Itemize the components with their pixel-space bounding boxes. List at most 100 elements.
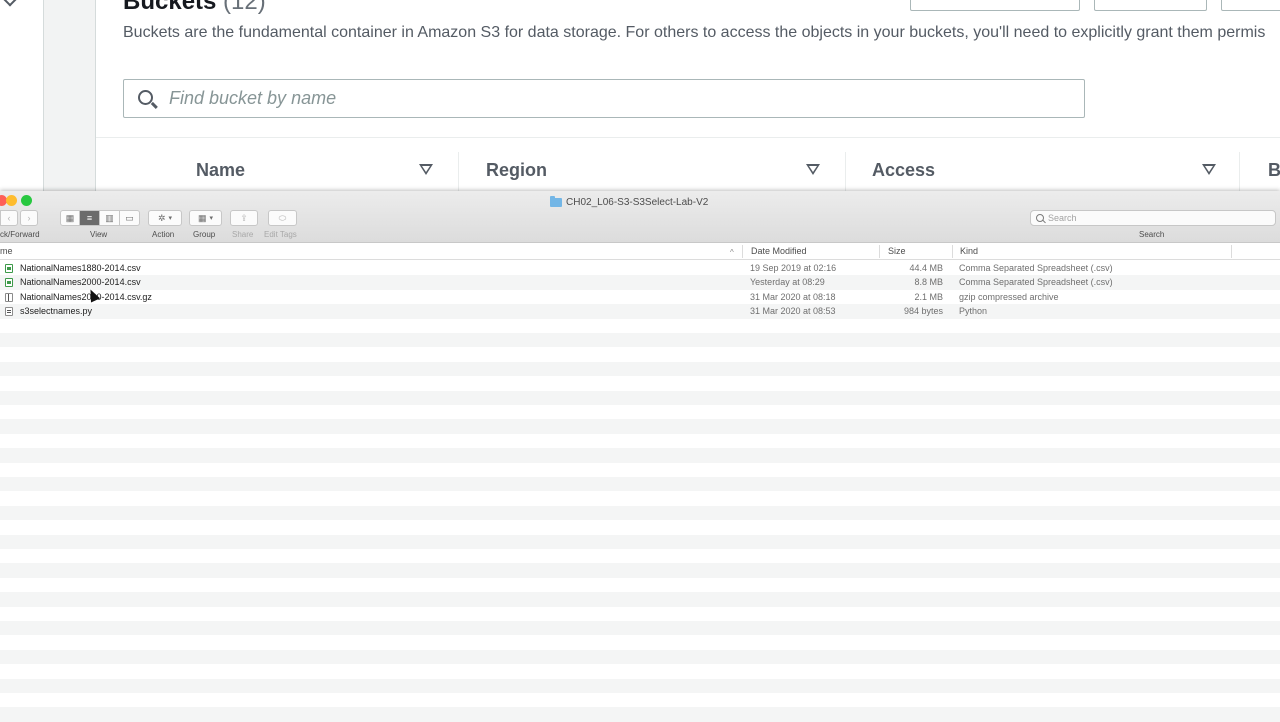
icon-view-button[interactable]: ▦ bbox=[60, 210, 80, 226]
group-icon: ▦ bbox=[197, 212, 207, 223]
edit-tags-button[interactable]: ⬭ bbox=[268, 210, 297, 226]
group-button[interactable]: ▦ ▾ bbox=[189, 210, 222, 226]
row-stripe bbox=[0, 520, 1280, 534]
column-header-size[interactable]: Size bbox=[888, 246, 906, 256]
row-stripe bbox=[0, 477, 1280, 492]
column-divider[interactable] bbox=[1231, 245, 1232, 258]
row-stripe bbox=[0, 448, 1280, 463]
file-row[interactable]: NationalNames1880-2014.csv 19 Sep 2019 a… bbox=[0, 261, 1280, 275]
row-stripe bbox=[0, 491, 1280, 505]
column-divider[interactable] bbox=[458, 152, 459, 192]
column-divider[interactable] bbox=[879, 245, 880, 258]
bucket-search-box[interactable] bbox=[123, 79, 1085, 118]
file-size: 984 bytes bbox=[903, 306, 943, 317]
file-row[interactable]: NationalNames2000-2014.csv Yesterday at … bbox=[0, 275, 1280, 289]
csv-file-icon bbox=[5, 278, 13, 288]
column-header-name[interactable]: me bbox=[0, 246, 13, 256]
gallery-icon: ▭ bbox=[125, 212, 134, 223]
zoom-window-button[interactable] bbox=[21, 195, 32, 206]
create-bucket-button[interactable] bbox=[1221, 0, 1280, 11]
chevron-right-icon: › bbox=[27, 213, 31, 223]
aws-nav-gutter bbox=[44, 0, 96, 192]
bucket-search-input[interactable] bbox=[169, 80, 1069, 117]
row-stripe bbox=[0, 505, 1280, 521]
chevron-down-icon[interactable] bbox=[1, 0, 19, 7]
row-stripe bbox=[0, 678, 1280, 693]
file-kind: gzip compressed archive bbox=[959, 291, 1059, 302]
chevron-left-icon: ‹ bbox=[7, 213, 11, 223]
list-view-button[interactable]: ≡ bbox=[80, 210, 100, 226]
buckets-description: Buckets are the fundamental container in… bbox=[123, 24, 1266, 41]
sort-ascending-icon[interactable]: ^ bbox=[730, 248, 734, 257]
sort-down-icon[interactable] bbox=[419, 164, 433, 175]
gear-icon: ✲ bbox=[157, 212, 166, 223]
row-stripe bbox=[0, 347, 1280, 361]
file-size: 2.1 MB bbox=[914, 291, 943, 302]
row-stripe bbox=[0, 549, 1280, 563]
row-stripe bbox=[0, 649, 1280, 665]
search-icon bbox=[138, 90, 153, 105]
python-file-icon bbox=[5, 307, 13, 317]
row-stripe bbox=[0, 621, 1280, 636]
file-kind: Comma Separated Spreadsheet (.csv) bbox=[959, 263, 1113, 273]
file-date: 19 Sep 2019 at 02:16 bbox=[750, 263, 837, 273]
column-header-truncated[interactable]: B bbox=[1268, 160, 1280, 181]
column-header-kind[interactable]: Kind bbox=[960, 246, 978, 256]
row-stripe bbox=[0, 405, 1280, 419]
header-action-button-2[interactable] bbox=[1094, 0, 1207, 11]
file-list: NationalNames1880-2014.csv 19 Sep 2019 a… bbox=[0, 261, 1280, 722]
back-button[interactable]: ‹ bbox=[0, 210, 18, 226]
row-stripe bbox=[0, 578, 1280, 592]
finder-window: CH02_L06-S3-S3Select-Lab-V2 ‹ › ck/Forwa… bbox=[0, 191, 1280, 722]
column-header-access[interactable]: Access bbox=[872, 160, 935, 181]
column-header-name[interactable]: Name bbox=[196, 160, 245, 181]
share-button[interactable]: ⇪ bbox=[230, 210, 258, 226]
edit-tags-label: Edit Tags bbox=[264, 230, 297, 239]
buckets-table-header: Name Region Access B bbox=[96, 150, 1280, 192]
row-stripe bbox=[0, 434, 1280, 448]
list-icon: ≡ bbox=[86, 213, 93, 223]
finder-toolbar: CH02_L06-S3-S3Select-Lab-V2 ‹ › ck/Forwa… bbox=[0, 191, 1280, 243]
row-stripe bbox=[0, 592, 1280, 607]
search-icon bbox=[1036, 214, 1044, 222]
archive-file-icon bbox=[5, 292, 13, 302]
column-header-region[interactable]: Region bbox=[486, 160, 547, 181]
finder-search-field[interactable] bbox=[1030, 210, 1276, 226]
file-row[interactable]: NationalNames2000-2014.csv.gz 31 Mar 202… bbox=[0, 290, 1280, 304]
window-title: CH02_L06-S3-S3Select-Lab-V2 bbox=[550, 195, 708, 209]
row-stripe bbox=[0, 419, 1280, 434]
row-stripe bbox=[0, 534, 1280, 549]
column-divider[interactable] bbox=[845, 152, 846, 192]
csv-file-icon bbox=[5, 264, 13, 273]
action-button[interactable]: ✲ ▾ bbox=[148, 210, 182, 226]
gallery-view-button[interactable]: ▭ bbox=[120, 210, 140, 226]
file-kind: Python bbox=[959, 306, 988, 317]
file-row[interactable]: s3selectnames.py 31 Mar 2020 at 08:53 98… bbox=[0, 304, 1280, 318]
forward-button[interactable]: › bbox=[20, 210, 38, 226]
row-stripe bbox=[0, 563, 1280, 578]
row-stripe bbox=[0, 333, 1280, 348]
aws-s3-console: Buckets (12) Buckets are the fundamental… bbox=[0, 0, 1280, 192]
minimize-window-button[interactable] bbox=[6, 195, 17, 206]
file-list-header: me ^ Date Modified Size Kind bbox=[0, 243, 1280, 260]
file-date: 31 Mar 2020 at 08:53 bbox=[750, 306, 836, 317]
file-date: Yesterday at 08:29 bbox=[750, 277, 825, 288]
column-divider[interactable] bbox=[1239, 152, 1240, 192]
sort-down-icon[interactable] bbox=[806, 164, 820, 175]
finder-search-input[interactable] bbox=[1048, 211, 1268, 225]
row-stripe bbox=[0, 376, 1280, 390]
file-size: 44.4 MB bbox=[909, 263, 943, 273]
column-view-button[interactable]: ▥ bbox=[100, 210, 120, 226]
sort-down-icon[interactable] bbox=[1202, 164, 1216, 175]
header-action-button-1[interactable] bbox=[910, 0, 1080, 11]
group-label: Group bbox=[193, 230, 216, 239]
column-divider[interactable] bbox=[952, 245, 953, 258]
file-name: NationalNames1880-2014.csv bbox=[20, 263, 141, 273]
back-forward-label: ck/Forward bbox=[0, 230, 40, 239]
row-stripe bbox=[0, 463, 1280, 477]
column-divider[interactable] bbox=[742, 245, 743, 258]
columns-icon: ▥ bbox=[105, 212, 114, 223]
folder-icon bbox=[550, 195, 562, 207]
column-header-date-modified[interactable]: Date Modified bbox=[751, 246, 807, 256]
row-stripe bbox=[0, 664, 1280, 678]
